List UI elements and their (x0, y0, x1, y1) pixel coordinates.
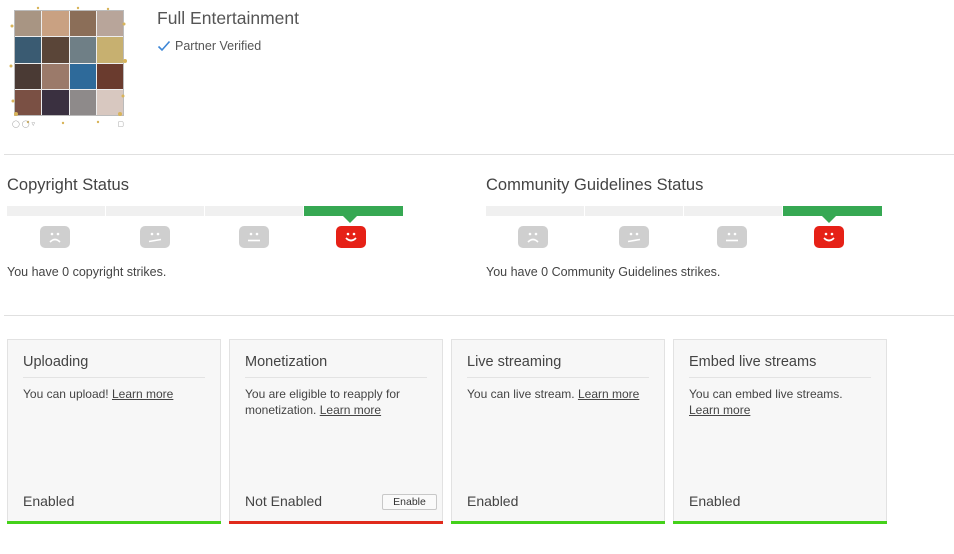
status-divider (4, 315, 954, 316)
checkmark-icon (157, 40, 171, 52)
learn-more-link[interactable]: Learn more (112, 387, 173, 401)
card-status: Enabled (23, 493, 75, 509)
copyright-faces (7, 226, 404, 256)
strike-level-2 (106, 206, 204, 216)
strike-level-1 (486, 206, 584, 216)
community-strike-meter (486, 206, 883, 223)
sad-face-icon (518, 226, 548, 248)
learn-more-link[interactable]: Learn more (320, 403, 381, 417)
copyright-status-section: Copyright Status You have 0 copyright st… (7, 176, 427, 279)
neutral-face-icon (239, 226, 269, 248)
community-faces (486, 226, 883, 256)
uneasy-face-icon (619, 226, 649, 248)
community-guidelines-title: Community Guidelines Status (486, 176, 704, 194)
card-status: Not Enabled (245, 493, 323, 509)
card-description-text: You can embed live streams. (689, 387, 843, 401)
card-title: Live streaming (467, 354, 562, 370)
card-divider (467, 377, 649, 378)
copyright-strike-message: You have 0 copyright strikes. (7, 265, 167, 279)
channel-avatar[interactable]: ◯ ◯ ▿ ▢ (8, 6, 128, 128)
card-title: Embed live streams (689, 354, 817, 370)
uneasy-face-icon (140, 226, 170, 248)
channel-header: ◯ ◯ ▿ ▢ Full Entertainment Partner Verifi… (0, 0, 954, 154)
card-title: Monetization (245, 354, 328, 370)
community-guidelines-section: Community Guidelines Status You have 0 C… (486, 176, 906, 279)
learn-more-link[interactable]: Learn more (578, 387, 639, 401)
happy-face-icon (814, 226, 844, 248)
copyright-strike-meter (7, 206, 404, 223)
card-status: Enabled (689, 493, 741, 509)
card-divider (23, 377, 205, 378)
partner-verified-badge: Partner Verified (157, 39, 261, 53)
sad-face-icon (40, 226, 70, 248)
card-description: You can upload! Learn more (23, 386, 205, 402)
card-description-text: You can live stream. (467, 387, 575, 401)
header-divider (4, 154, 954, 155)
community-strike-message: You have 0 Community Guidelines strikes. (486, 265, 721, 279)
channel-title: Full Entertainment (157, 8, 300, 28)
card-divider (245, 377, 427, 378)
feature-card-embed-live-streams: Embed live streams You can embed live st… (673, 339, 887, 524)
status-bar-enabled (7, 521, 221, 524)
copyright-status-title: Copyright Status (7, 176, 129, 194)
card-description: You can live stream. Learn more (467, 386, 649, 402)
neutral-face-icon (717, 226, 747, 248)
feature-card-monetization: Monetization You are eligible to reapply… (229, 339, 443, 524)
enable-monetization-button[interactable]: Enable (382, 494, 437, 510)
partner-verified-label: Partner Verified (175, 39, 262, 53)
avatar-toolbar-icons: ◯ ◯ ▿ ▢ (12, 121, 124, 128)
strike-level-3 (205, 206, 303, 216)
strike-level-4-active (783, 206, 882, 223)
learn-more-link[interactable]: Learn more (689, 403, 750, 417)
card-title: Uploading (23, 354, 89, 370)
feature-card-live-streaming: Live streaming You can live stream. Lear… (451, 339, 665, 524)
strike-level-3 (684, 206, 782, 216)
strike-level-2 (585, 206, 683, 216)
card-divider (689, 377, 871, 378)
strike-level-4-active (304, 206, 403, 223)
avatar-collage (14, 10, 124, 116)
happy-face-icon (336, 226, 366, 248)
card-description: You can embed live streams. Learn more (689, 386, 871, 418)
status-bar-enabled (451, 521, 665, 524)
status-bar-enabled (673, 521, 887, 524)
status-bar-disabled (229, 521, 443, 524)
feature-card-uploading: Uploading You can upload! Learn more Ena… (7, 339, 221, 524)
card-status: Enabled (467, 493, 519, 509)
card-description: You are eligible to reapply for monetiza… (245, 386, 427, 418)
strike-level-1 (7, 206, 105, 216)
card-description-text: You can upload! (23, 387, 109, 401)
